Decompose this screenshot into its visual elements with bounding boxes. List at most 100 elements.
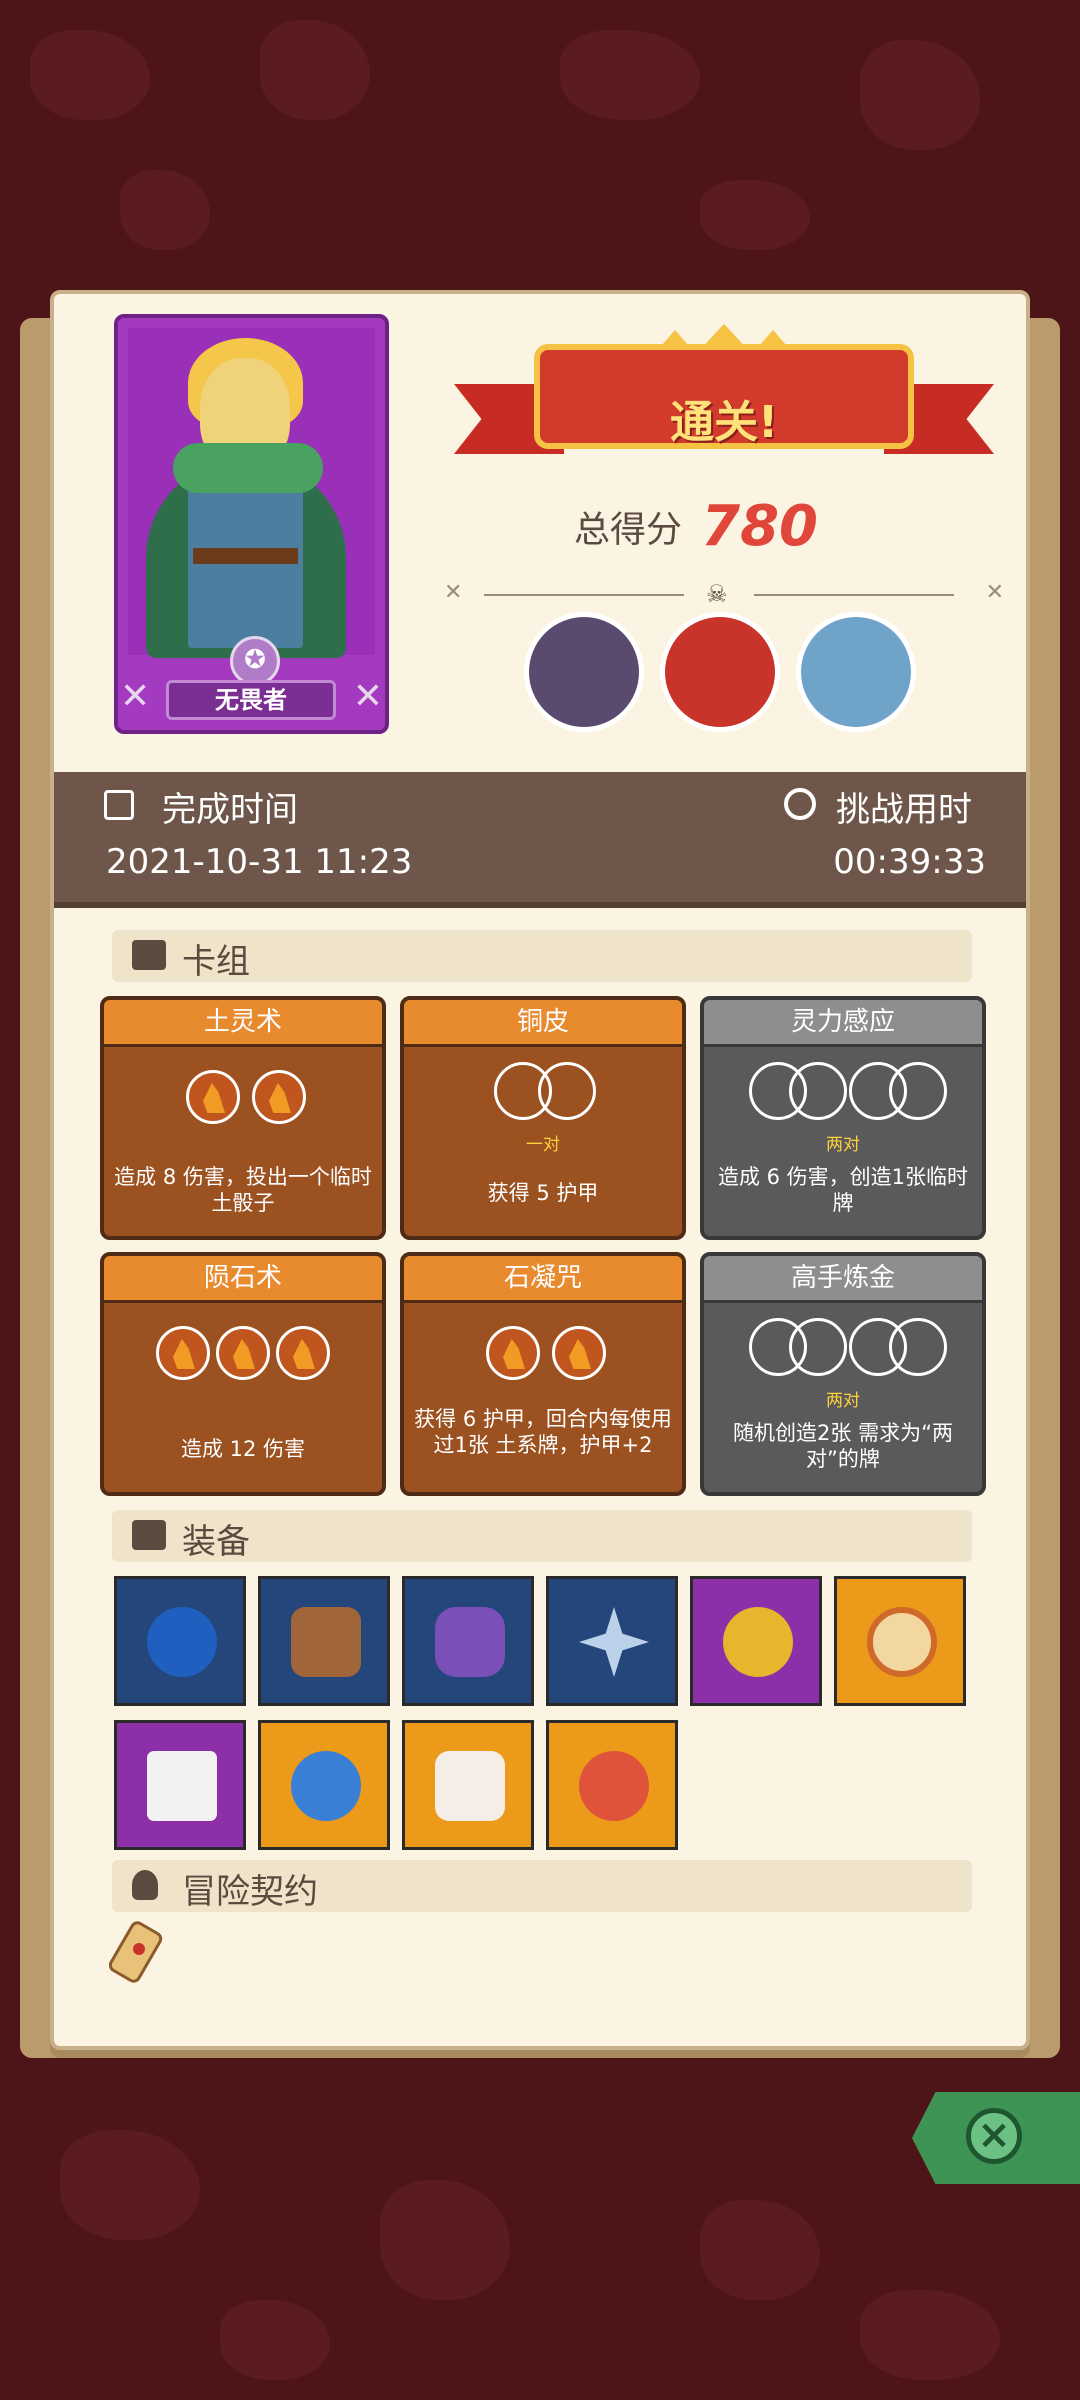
bone-divider-left-icon: ✕ <box>444 580 463 605</box>
horn-icon[interactable] <box>258 1576 390 1706</box>
hero-portrait-card[interactable]: ✕ ✕ ✪ 无畏者 <box>114 314 389 734</box>
card-title: 陨石术 <box>104 1256 382 1303</box>
mushroom-shape <box>291 1751 361 1821</box>
close-button[interactable]: × <box>912 2092 1080 2184</box>
card-desc: 获得 6 护甲，回合内每使用过1张 土系牌，护甲+2 <box>414 1407 672 1457</box>
pair-slot-icon <box>538 1062 596 1120</box>
contract-icon <box>132 1870 158 1900</box>
card-title: 土灵术 <box>104 1000 382 1047</box>
cards-icon <box>132 940 166 970</box>
card[interactable]: 陨石术 造成 12 伤害 <box>100 1252 386 1496</box>
clear-banner: 通关! <box>454 324 994 484</box>
card-title: 石凝咒 <box>404 1256 682 1303</box>
score-value: 780 <box>701 494 819 559</box>
boss-red-cage-icon[interactable] <box>660 612 780 732</box>
pair-slot-icon <box>889 1062 947 1120</box>
card-desc: 造成 6 伤害，创造1张临时牌 <box>717 1165 969 1215</box>
bone-divider-right-icon: ✕ <box>985 580 1004 605</box>
card-requirement: 两对 <box>826 1135 860 1155</box>
contract-section-header: 冒险契约 <box>112 1860 972 1912</box>
card-desc: 造成 8 伤害，投出一个临时土骰子 <box>114 1165 372 1215</box>
boss-yeti-icon[interactable] <box>796 612 916 732</box>
hero-name: 无畏者 <box>166 680 336 720</box>
bg-pattern <box>220 2300 330 2380</box>
challenge-time-label: 挑战用时 <box>836 790 972 830</box>
card[interactable]: 铜皮 一对 获得 5 护甲 <box>400 996 686 1240</box>
crystal-jar-icon[interactable] <box>402 1720 534 1850</box>
skull-icon: ☠ <box>706 580 728 608</box>
claw-shape <box>435 1607 505 1677</box>
horn-shape <box>291 1607 361 1677</box>
earth-dice-icon <box>252 1070 306 1124</box>
snowflake-medal-icon[interactable] <box>546 1576 678 1706</box>
bg-pattern <box>60 2130 200 2240</box>
bg-pattern <box>700 180 810 250</box>
bg-pattern <box>860 40 980 150</box>
card-title: 灵力感应 <box>704 1000 982 1047</box>
contract-title: 冒险契约 <box>182 1872 318 1912</box>
divider-line <box>484 594 684 596</box>
card-desc: 随机创造2张 需求为“两对”的牌 <box>733 1421 953 1471</box>
equipment-title: 装备 <box>182 1522 250 1562</box>
card[interactable]: 灵力感应 两对 造成 6 伤害，创造1张临时牌 <box>700 996 986 1240</box>
earth-dice-icon <box>186 1070 240 1124</box>
bg-pattern <box>260 20 370 120</box>
complete-time-value: 2021-10-31 11:23 <box>106 842 413 882</box>
bone-left-icon: ✕ <box>120 676 151 717</box>
bg-pattern <box>380 2180 510 2300</box>
card[interactable]: 高手炼金 两对 随机创造2张 需求为“两对”的牌 <box>700 1252 986 1496</box>
complete-time-label: 完成时间 <box>162 790 298 830</box>
challenge-time-value: 00:39:33 <box>833 842 986 882</box>
jar-shape <box>435 1751 505 1821</box>
card-desc: 造成 12 伤害 <box>180 1437 306 1461</box>
squid-shape <box>147 1607 217 1677</box>
stopwatch-icon <box>784 788 816 820</box>
bone-right-icon: ✕ <box>352 676 383 717</box>
card-requirement: 两对 <box>826 1391 860 1411</box>
claw-icon[interactable] <box>402 1576 534 1706</box>
squid-icon[interactable] <box>114 1576 246 1706</box>
meat-shape <box>579 1751 649 1821</box>
earth-dice-icon <box>276 1326 330 1380</box>
score-row: 总得分 780 <box>574 494 874 564</box>
deck-section-header: 卡组 <box>112 930 972 982</box>
deck-title: 卡组 <box>182 942 250 982</box>
gold-coin-icon[interactable] <box>834 1576 966 1706</box>
earth-dice-icon <box>486 1326 540 1380</box>
broken-die-icon[interactable] <box>114 1720 246 1850</box>
gem-ring-icon[interactable] <box>690 1576 822 1706</box>
card[interactable]: 石凝咒 获得 6 护甲，回合内每使用过1张 土系牌，护甲+2 <box>400 1252 686 1496</box>
earth-dice-icon <box>156 1326 210 1380</box>
blue-mushroom-icon[interactable] <box>258 1720 390 1850</box>
time-bar: 完成时间 2021-10-31 11:23 挑战用时 00:39:33 <box>54 772 1026 908</box>
card-desc: 获得 5 护甲 <box>487 1181 599 1205</box>
die-shape <box>147 1751 217 1821</box>
bg-pattern <box>560 30 700 120</box>
hero-belt <box>193 548 298 564</box>
bg-pattern <box>860 2290 1000 2380</box>
scroll-icon[interactable] <box>109 1919 169 1989</box>
bg-pattern <box>700 2200 820 2300</box>
card-requirement: 一对 <box>526 1135 560 1155</box>
boss-stone-golem-icon[interactable] <box>524 612 644 732</box>
pentagram-emblem-icon: ✪ <box>230 636 280 686</box>
score-label: 总得分 <box>574 509 683 551</box>
meat-icon[interactable] <box>546 1720 678 1850</box>
box-icon <box>132 1520 166 1550</box>
card-title: 高手炼金 <box>704 1256 982 1303</box>
card[interactable]: 土灵术 造成 8 伤害，投出一个临时土骰子 <box>100 996 386 1240</box>
pair-slot-icon <box>789 1062 847 1120</box>
ring-shape <box>723 1607 793 1677</box>
equipment-section-header: 装备 <box>112 1510 972 1562</box>
boss-divider: ✕ ☠ ✕ <box>444 580 1004 610</box>
card-title: 铜皮 <box>404 1000 682 1047</box>
pair-slot-icon <box>789 1318 847 1376</box>
pair-slot-icon <box>889 1318 947 1376</box>
hero-scarf <box>173 443 323 493</box>
snowflake-shape <box>579 1607 649 1677</box>
bg-pattern <box>120 170 210 250</box>
calendar-icon <box>104 790 134 820</box>
earth-dice-icon <box>216 1326 270 1380</box>
ribbon-main: 通关! <box>534 344 914 449</box>
coin-shape <box>867 1607 937 1677</box>
